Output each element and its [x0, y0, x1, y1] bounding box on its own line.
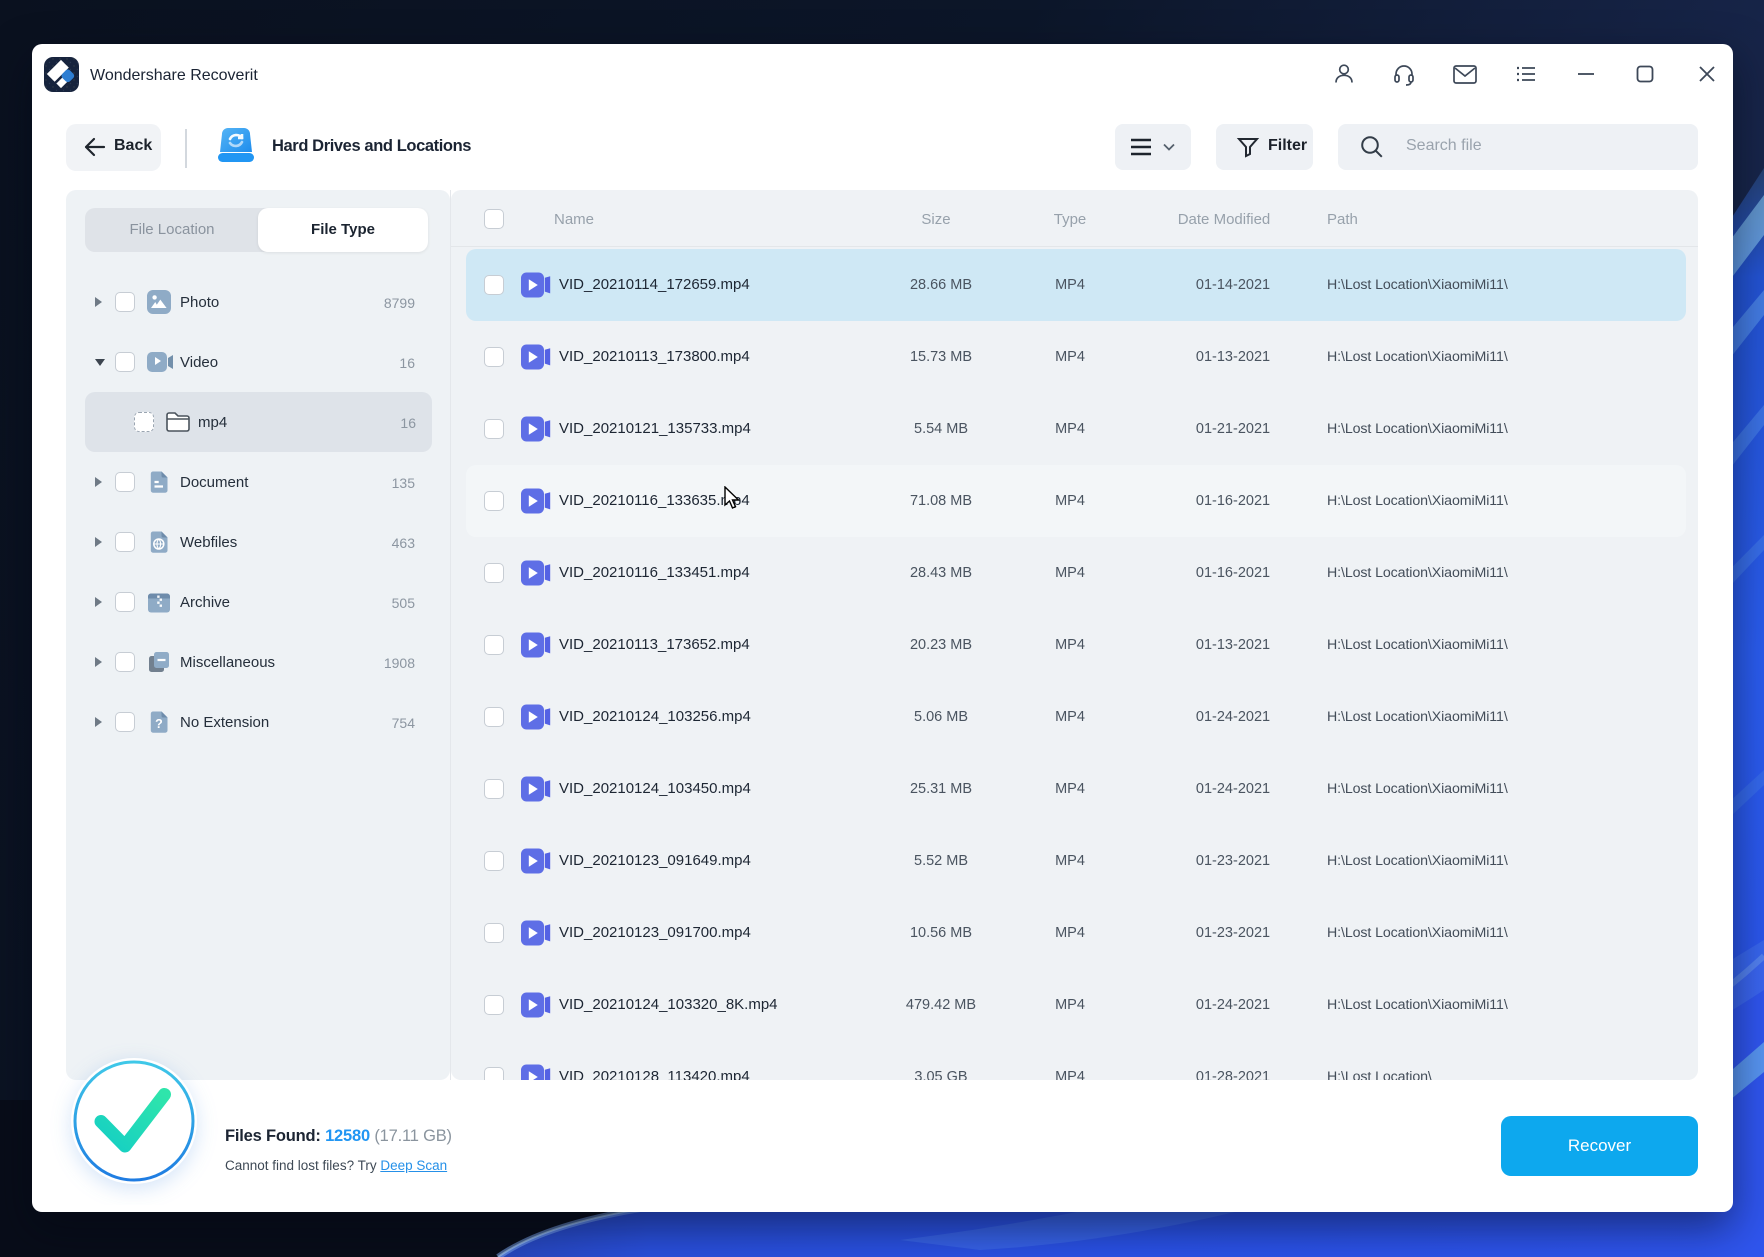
svg-text:?: ?: [155, 717, 163, 731]
